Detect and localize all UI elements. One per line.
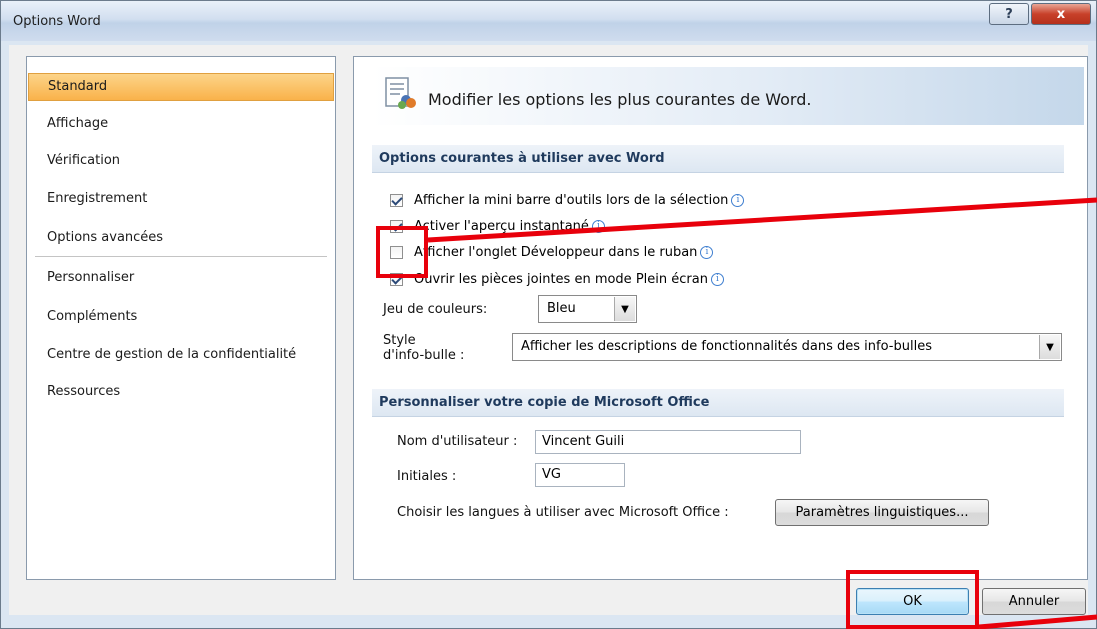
annotation-arrow-line	[427, 197, 1097, 243]
annotation-arrows	[427, 197, 1097, 629]
annotation-arrow-line	[978, 614, 1097, 629]
